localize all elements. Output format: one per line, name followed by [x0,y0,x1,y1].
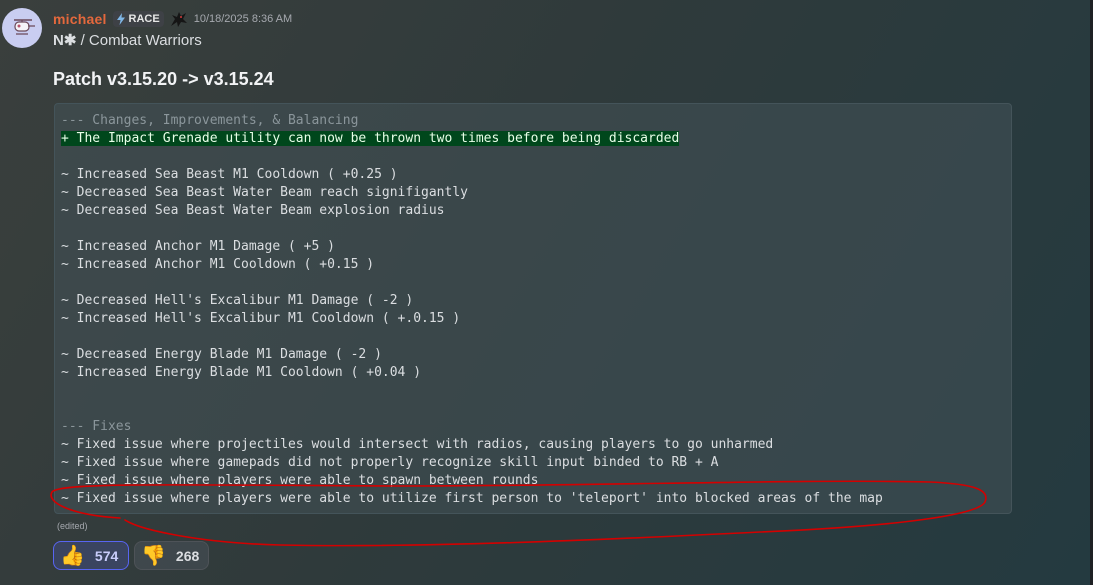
code-line: ~ Fixed issue where players were able to… [61,473,539,488]
avatar-helicopter-icon [14,19,35,35]
code-block: --- Changes, Improvements, & Balancing +… [54,103,1012,514]
reaction-count: 268 [175,547,200,564]
channel-star: ✱ [63,32,77,49]
channel-prefix: N [53,32,64,49]
reaction-count: 574 [94,547,119,564]
code-line: --- Changes, Improvements, & Balancing [61,113,359,128]
channel-name: / Combat Warriors [76,32,202,49]
timestamp: 10/18/2025 8:36 AM [193,13,293,25]
code-line: ~ Decreased Sea Beast Water Beam reach s… [61,185,468,200]
code-line-added: + The Impact Grenade utility can now be … [61,130,1011,148]
code-line: ~ Fixed issue where gamepads did not pro… [61,455,719,470]
code-line: ~ Increased Anchor M1 Cooldown ( +0.15 ) [61,257,375,272]
username[interactable]: michael [53,11,107,27]
dragon-badge-icon[interactable] [169,10,189,28]
avatar[interactable] [2,8,42,48]
code-line: ~ Increased Energy Blade M1 Cooldown ( +… [61,365,422,380]
code-line: ~ Decreased Hell's Excalibur M1 Damage (… [61,293,414,308]
edited-label: (edited) [57,521,88,531]
server-tag[interactable]: RACE [112,11,164,27]
code-line: ~ Increased Sea Beast M1 Cooldown ( +0.2… [61,167,398,182]
code-line: ~ Increased Anchor M1 Damage ( +5 ) [61,239,335,254]
patch-title: Patch v3.15.20 -> v3.15.24 [53,69,274,89]
code-line-circled: ~ Fixed issue where players were able to… [61,491,883,506]
code-line: ~ Fixed issue where projectiles would in… [61,437,774,452]
code-line: ~ Decreased Energy Blade M1 Damage ( -2 … [61,347,382,362]
code-line: ~ Decreased Sea Beast Water Beam explosi… [61,203,445,218]
server-tag-label: RACE [128,13,160,25]
code-line: ~ Increased Hell's Excalibur M1 Cooldown… [61,311,461,326]
lightning-icon [116,13,125,25]
thumbs-down-icon: 👎 [141,544,166,567]
channel-path[interactable]: N✱ / Combat Warriors [53,31,202,49]
reaction-thumbs-down-button[interactable]: 👎 268 [134,541,209,570]
reaction-thumbs-up-button[interactable]: 👍 574 [53,541,129,570]
thumbs-up-icon: 👍 [60,544,85,567]
diff-added-highlight: + The Impact Grenade utility can now be … [61,131,680,146]
message-header: michael RACE 10/18/2025 8:36 AM [53,9,292,29]
code-line: --- Fixes [61,419,132,434]
